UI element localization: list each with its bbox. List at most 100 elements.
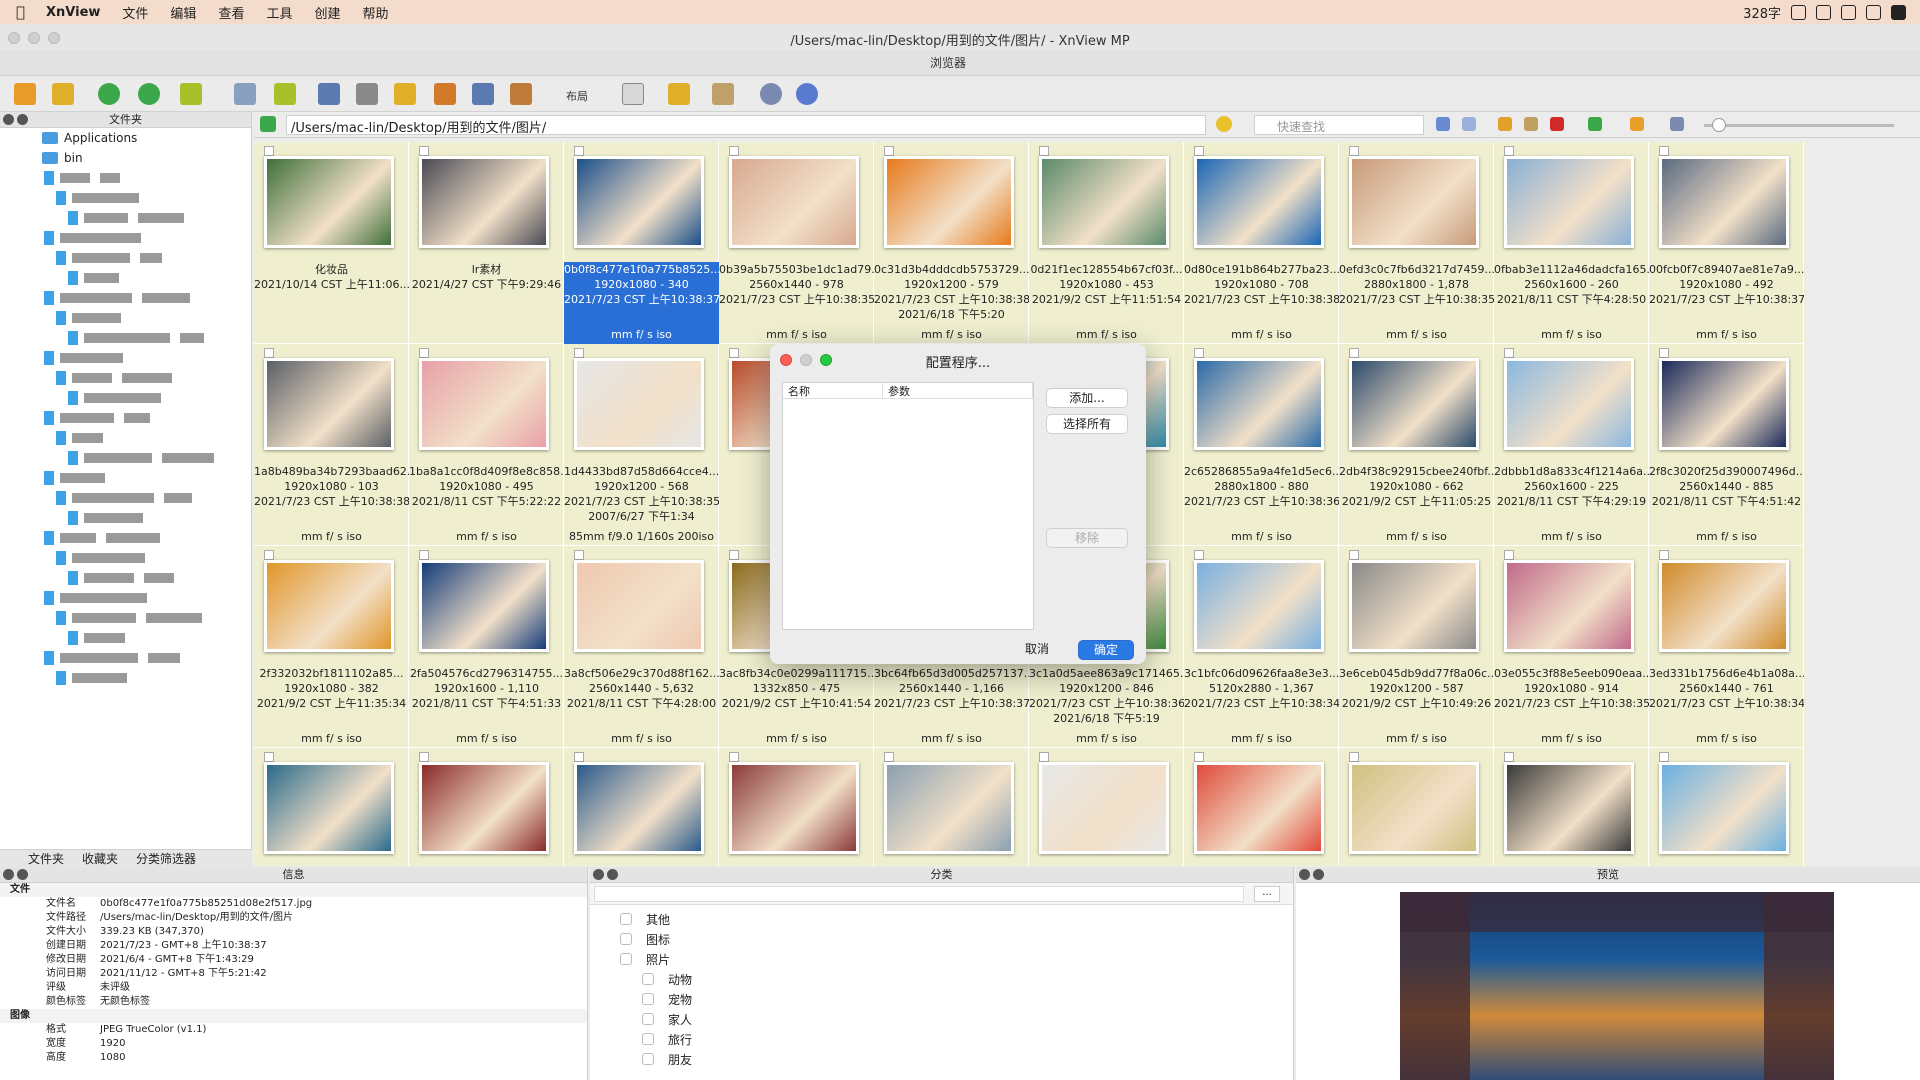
thumbnail-item[interactable]: [1494, 748, 1649, 866]
menu-edit[interactable]: 编辑: [170, 3, 196, 22]
tree-item-redacted[interactable]: [0, 168, 251, 188]
thumbnail-item[interactable]: 1d4433bd87d58d664cce4... 1920x1200 - 568 2…: [564, 344, 719, 546]
float-panel-icon[interactable]: [1313, 869, 1324, 880]
thumbnail-checkbox[interactable]: [884, 752, 894, 762]
delete-icon[interactable]: [1550, 117, 1564, 131]
float-panel-icon[interactable]: [607, 869, 618, 880]
mic-icon[interactable]: [1816, 4, 1831, 20]
thumbnail-checkbox[interactable]: [884, 146, 894, 156]
export-icon[interactable]: [394, 83, 416, 105]
thumbnail-checkbox[interactable]: [419, 146, 429, 156]
tree-item-redacted[interactable]: [0, 408, 251, 428]
zoom-slider[interactable]: [1704, 124, 1894, 127]
thumbnail-checkbox[interactable]: [1194, 146, 1204, 156]
filter-icon[interactable]: [712, 83, 734, 105]
thumb-size-icon[interactable]: [1670, 117, 1684, 131]
thumbnail-item[interactable]: 2dbbb1d8a833c4f1214a6a... 2560x1600 - 225…: [1494, 344, 1649, 546]
tree-item-redacted[interactable]: [0, 248, 251, 268]
apple-icon[interactable]: : [16, 3, 36, 21]
thumbnail-checkbox[interactable]: [574, 348, 584, 358]
thumbnail-checkbox[interactable]: [1349, 752, 1359, 762]
thumbnail-checkbox[interactable]: [574, 550, 584, 560]
app-status-icon[interactable]: [1891, 4, 1906, 20]
search-icon[interactable]: [318, 83, 340, 105]
tree-item-bin[interactable]: bin: [0, 148, 251, 168]
thumbnail-checkbox[interactable]: [419, 550, 429, 560]
thumbnail-checkbox[interactable]: [1349, 146, 1359, 156]
tree-item-redacted[interactable]: [0, 228, 251, 248]
thumbnail-checkbox[interactable]: [1504, 752, 1514, 762]
thumbnail-item[interactable]: 化妆品 2021/10/14 CST 上午11:06...: [254, 142, 409, 344]
funnel-icon[interactable]: [1630, 117, 1644, 131]
menu-tools[interactable]: 工具: [266, 3, 292, 22]
thumbnail-item[interactable]: 1a8b489ba34b7293baad62... 1920x1080 - 103…: [254, 344, 409, 546]
thumbnail-checkbox[interactable]: [574, 752, 584, 762]
home-icon[interactable]: [14, 83, 36, 105]
print-icon[interactable]: [356, 83, 378, 105]
float-panel-icon[interactable]: [17, 869, 28, 880]
thumbnail-checkbox[interactable]: [1659, 146, 1669, 156]
thumbnail-checkbox[interactable]: [1194, 752, 1204, 762]
bluetooth-icon[interactable]: [1866, 4, 1881, 20]
new-folder-icon[interactable]: [1498, 117, 1512, 131]
category-checkbox[interactable]: [620, 933, 632, 945]
thumbnail-checkbox[interactable]: [1659, 752, 1669, 762]
category-item[interactable]: 动物: [590, 969, 1293, 989]
tree-item-redacted[interactable]: [0, 448, 251, 468]
sort-icon[interactable]: [622, 83, 644, 105]
menu-file[interactable]: 文件: [122, 3, 148, 22]
thumbnail-checkbox[interactable]: [1659, 348, 1669, 358]
tree-item-applications[interactable]: Applications: [0, 128, 251, 148]
column-name[interactable]: 名称: [783, 383, 883, 398]
menu-create[interactable]: 创建: [314, 3, 340, 22]
path-field[interactable]: /Users/mac-lin/Desktop/用到的文件/图片/: [286, 115, 1206, 136]
category-item[interactable]: 图标: [590, 929, 1293, 949]
thumbnail-checkbox[interactable]: [729, 752, 739, 762]
thumbnail-item[interactable]: 2c65286855a9a4fe1d5ec6... 2880x1800 - 880…: [1184, 344, 1339, 546]
thumbnail-checkbox[interactable]: [264, 348, 274, 358]
thumbnail-item[interactable]: [874, 748, 1029, 866]
thumbnail-item[interactable]: 0fbab3e1112a46dadcfa165... 2560x1600 - 26…: [1494, 142, 1649, 344]
thumbnail-checkbox[interactable]: [1039, 146, 1049, 156]
thumbnail-item[interactable]: [409, 748, 564, 866]
sync-icon[interactable]: [138, 83, 160, 105]
thumbnail-item[interactable]: 0efd3c0c7fb6d3217d7459... 2880x1800 - 1,8…: [1339, 142, 1494, 344]
ok-button[interactable]: 确定: [1078, 640, 1134, 660]
thumbnail-item[interactable]: [1649, 748, 1804, 866]
quick-search-input[interactable]: 快速查找: [1254, 115, 1424, 135]
info-section-image[interactable]: 图像: [0, 1009, 587, 1023]
tree-item-redacted[interactable]: [0, 628, 251, 648]
tree-item-redacted[interactable]: [0, 548, 251, 568]
cancel-button[interactable]: 取消: [1008, 640, 1066, 660]
category-item[interactable]: 家人: [590, 1009, 1293, 1029]
category-checkbox[interactable]: [642, 1033, 654, 1045]
thumbnail-checkbox[interactable]: [1039, 752, 1049, 762]
settings-icon[interactable]: [760, 83, 782, 105]
forward-arrow-icon[interactable]: [1462, 117, 1476, 131]
grid-icon[interactable]: [1841, 4, 1856, 20]
thumbnail-item[interactable]: 2f8c3020f25d390007496d... 2560x1440 - 885…: [1649, 344, 1804, 546]
tree-item-redacted[interactable]: [0, 488, 251, 508]
thumbnail-item[interactable]: 0d80ce191b864b277ba23... 1920x1080 - 708 2…: [1184, 142, 1339, 344]
thumbnail-item[interactable]: 3c1bfc06d09626faa8e3e3... 5120x2880 - 1,3…: [1184, 546, 1339, 748]
category-checkbox[interactable]: [642, 973, 654, 985]
thumbnail-item[interactable]: 03e055c3f88e5eeb090eaa... 1920x1080 - 914…: [1494, 546, 1649, 748]
category-item[interactable]: 朋友: [590, 1049, 1293, 1069]
tree-item-redacted[interactable]: [0, 188, 251, 208]
app-menu[interactable]: XnView: [46, 5, 100, 20]
thumbnail-checkbox[interactable]: [1504, 550, 1514, 560]
favorite-star-icon[interactable]: [1216, 116, 1232, 132]
program-list[interactable]: 名称 参数: [782, 382, 1034, 630]
tree-item-redacted[interactable]: [0, 388, 251, 408]
tab-favorites[interactable]: 收藏夹: [82, 850, 118, 867]
category-item[interactable]: 旅行: [590, 1029, 1293, 1049]
thumbnail-item[interactable]: 00fcb0f7c89407ae81e7a9... 1920x1080 - 492…: [1649, 142, 1804, 344]
category-item[interactable]: 其他: [590, 909, 1293, 929]
tree-item-redacted[interactable]: [0, 668, 251, 688]
category-search-input[interactable]: [594, 886, 1244, 902]
thumbnail-item[interactable]: 2db4f38c92915cbee240fbf... 1920x1080 - 66…: [1339, 344, 1494, 546]
back-arrow-icon[interactable]: [1436, 117, 1450, 131]
refresh-icon[interactable]: [98, 83, 120, 105]
thumbnail-checkbox[interactable]: [419, 752, 429, 762]
thumbnail-checkbox[interactable]: [1194, 348, 1204, 358]
